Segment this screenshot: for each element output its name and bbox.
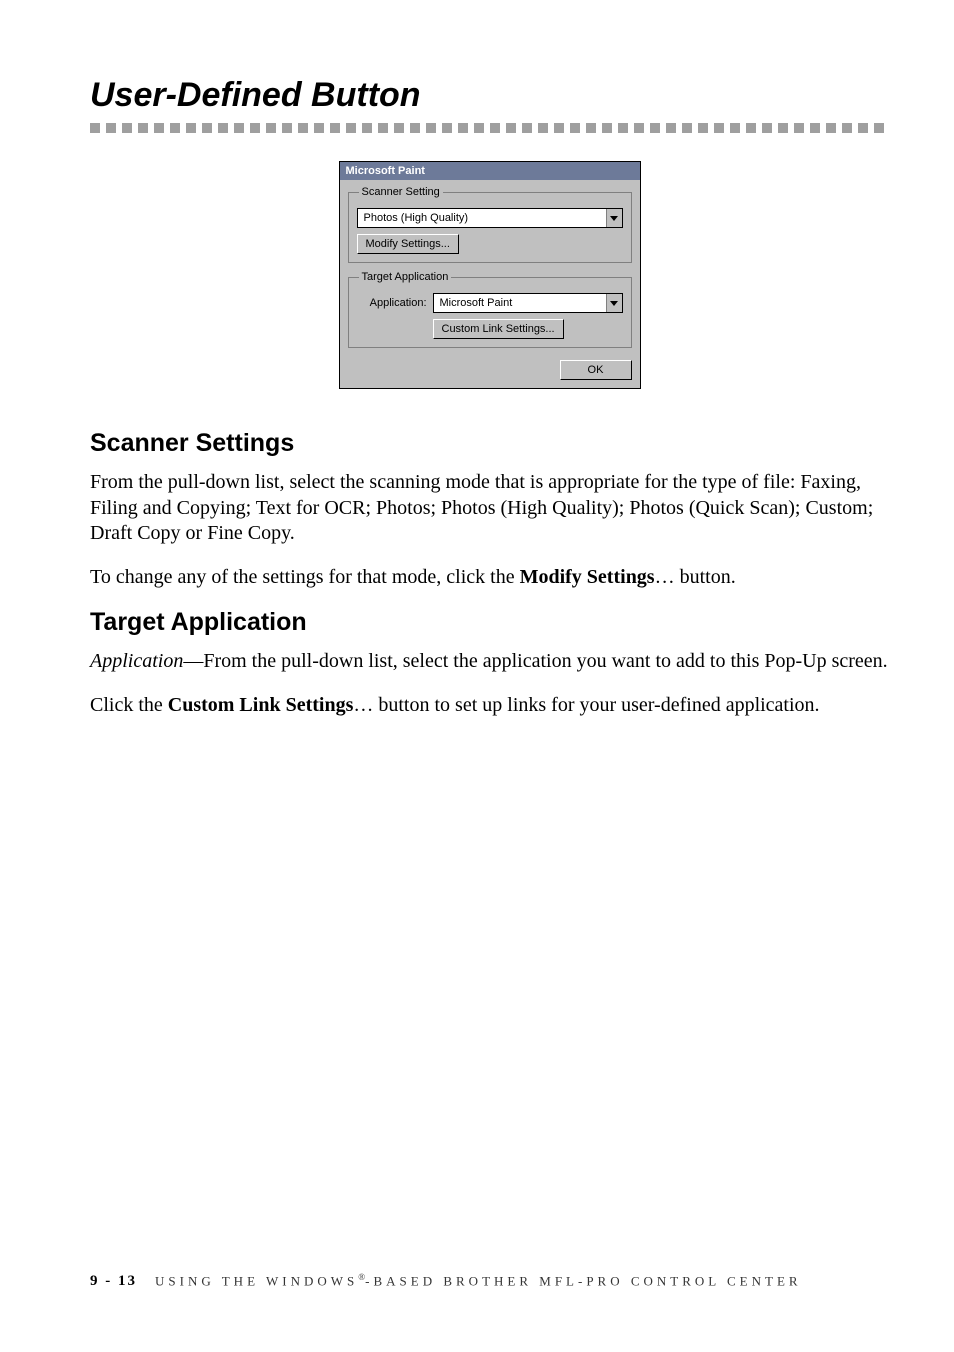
target-application-group: Target Application Application: Microsof… bbox=[348, 271, 632, 348]
chevron-down-icon[interactable] bbox=[606, 209, 622, 227]
text-fragment: —From the pull-down list, select the app… bbox=[183, 650, 887, 672]
ok-button[interactable]: OK bbox=[560, 360, 632, 380]
application-italic: Application bbox=[90, 650, 183, 672]
main-heading: User-Defined Button bbox=[90, 76, 889, 115]
scanner-setting-dropdown[interactable]: Photos (High Quality) bbox=[357, 208, 623, 228]
text-fragment: Click the bbox=[90, 694, 168, 716]
target-application-heading: Target Application bbox=[90, 608, 889, 637]
text-fragment: -BASED BROTHER MFL-PRO CONTROL CENTER bbox=[365, 1273, 801, 1288]
scanner-settings-heading: Scanner Settings bbox=[90, 429, 889, 458]
target-application-para2: Click the Custom Link Settings… button t… bbox=[90, 693, 889, 719]
text-fragment: … button. bbox=[655, 566, 736, 588]
scanner-setting-group: Scanner Setting Photos (High Quality) Mo… bbox=[348, 186, 632, 263]
chevron-down-icon[interactable] bbox=[606, 294, 622, 312]
text-fragment: USING THE WINDOWS bbox=[155, 1273, 358, 1288]
text-fragment: … button to set up links for your user-d… bbox=[353, 694, 819, 716]
application-value: Microsoft Paint bbox=[434, 297, 606, 309]
custom-link-settings-bold: Custom Link Settings bbox=[168, 694, 354, 716]
page-number: 9 - 13 bbox=[90, 1273, 137, 1290]
page-footer: 9 - 13 USING THE WINDOWS®-BASED BROTHER … bbox=[90, 1272, 802, 1290]
scanner-settings-para1: From the pull-down list, select the scan… bbox=[90, 470, 889, 547]
text-fragment: To change any of the settings for that m… bbox=[90, 566, 520, 588]
dialog-microsoft-paint: Microsoft Paint Scanner Setting Photos (… bbox=[339, 161, 641, 389]
scanner-setting-value: Photos (High Quality) bbox=[358, 212, 606, 224]
application-label: Application: bbox=[357, 297, 427, 309]
dialog-title-bar: Microsoft Paint bbox=[340, 162, 640, 180]
application-dropdown[interactable]: Microsoft Paint bbox=[433, 293, 623, 313]
custom-link-settings-button[interactable]: Custom Link Settings... bbox=[433, 319, 564, 339]
chapter-title: USING THE WINDOWS®-BASED BROTHER MFL-PRO… bbox=[155, 1272, 802, 1289]
target-application-para1: Application—From the pull-down list, sel… bbox=[90, 649, 889, 675]
scanner-settings-para2: To change any of the settings for that m… bbox=[90, 565, 889, 591]
scanner-setting-legend: Scanner Setting bbox=[359, 186, 443, 198]
target-application-legend: Target Application bbox=[359, 271, 452, 283]
dotted-rule bbox=[90, 123, 889, 133]
modify-settings-bold: Modify Settings bbox=[520, 566, 655, 588]
modify-settings-button[interactable]: Modify Settings... bbox=[357, 234, 459, 254]
